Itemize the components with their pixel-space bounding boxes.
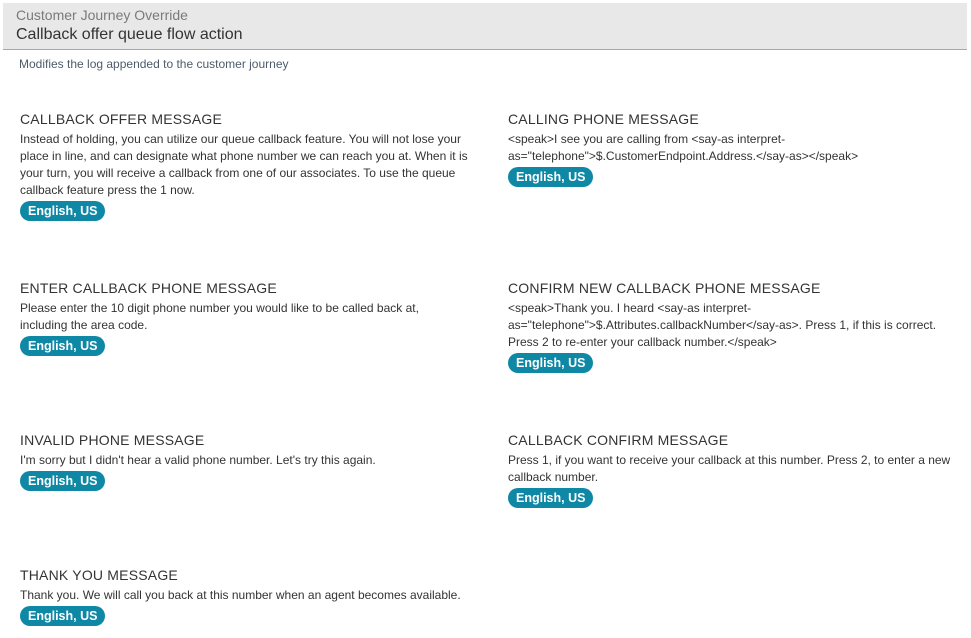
section-text: Instead of holding, you can utilize our … [20, 132, 468, 197]
language-badge[interactable]: English, US [20, 201, 106, 221]
section-callback-confirm-message: CALLBACK CONFIRM MESSAGE Press 1, if you… [508, 431, 958, 508]
section-text: <speak>Thank you. I heard <say-as interp… [508, 301, 937, 349]
section-callback-offer-message: CALLBACK OFFER MESSAGE Instead of holdin… [20, 110, 470, 221]
section-text: <speak>I see you are calling from <say-a… [508, 132, 859, 163]
section-invalid-phone-message: INVALID PHONE MESSAGE I'm sorry but I di… [20, 431, 470, 491]
section-title: ENTER CALLBACK PHONE MESSAGE [20, 280, 277, 296]
header-super-title: Customer Journey Override [16, 7, 188, 23]
section-text: Thank you. We will call you back at this… [20, 588, 461, 602]
section-title: CALLING PHONE MESSAGE [508, 111, 699, 127]
section-text: I'm sorry but I didn't hear a valid phon… [20, 453, 376, 467]
language-badge[interactable]: English, US [20, 471, 106, 491]
section-text: Please enter the 10 digit phone number y… [20, 301, 419, 332]
language-badge[interactable]: English, US [508, 167, 594, 187]
page-title: Callback offer queue flow action [16, 26, 243, 43]
language-badge[interactable]: English, US [508, 488, 594, 508]
section-text: Press 1, if you want to receive your cal… [508, 453, 951, 484]
section-title: CALLBACK OFFER MESSAGE [20, 111, 223, 127]
language-badge[interactable]: English, US [20, 336, 106, 356]
section-thank-you-message: THANK YOU MESSAGE Thank you. We will cal… [20, 566, 480, 626]
section-title: CALLBACK CONFIRM MESSAGE [508, 432, 729, 448]
section-enter-callback-phone-message: ENTER CALLBACK PHONE MESSAGE Please ente… [20, 279, 440, 356]
page-subtitle: Modifies the log appended to the custome… [19, 57, 289, 71]
section-confirm-new-callback-phone-message: CONFIRM NEW CALLBACK PHONE MESSAGE <spea… [508, 279, 948, 373]
section-title: INVALID PHONE MESSAGE [20, 432, 205, 448]
section-title: THANK YOU MESSAGE [20, 567, 178, 583]
language-badge[interactable]: English, US [508, 353, 594, 373]
page-header: Customer Journey Override Callback offer… [3, 3, 967, 50]
section-title: CONFIRM NEW CALLBACK PHONE MESSAGE [508, 280, 821, 296]
section-calling-phone-message: CALLING PHONE MESSAGE <speak>I see you a… [508, 110, 953, 187]
language-badge[interactable]: English, US [20, 606, 106, 626]
